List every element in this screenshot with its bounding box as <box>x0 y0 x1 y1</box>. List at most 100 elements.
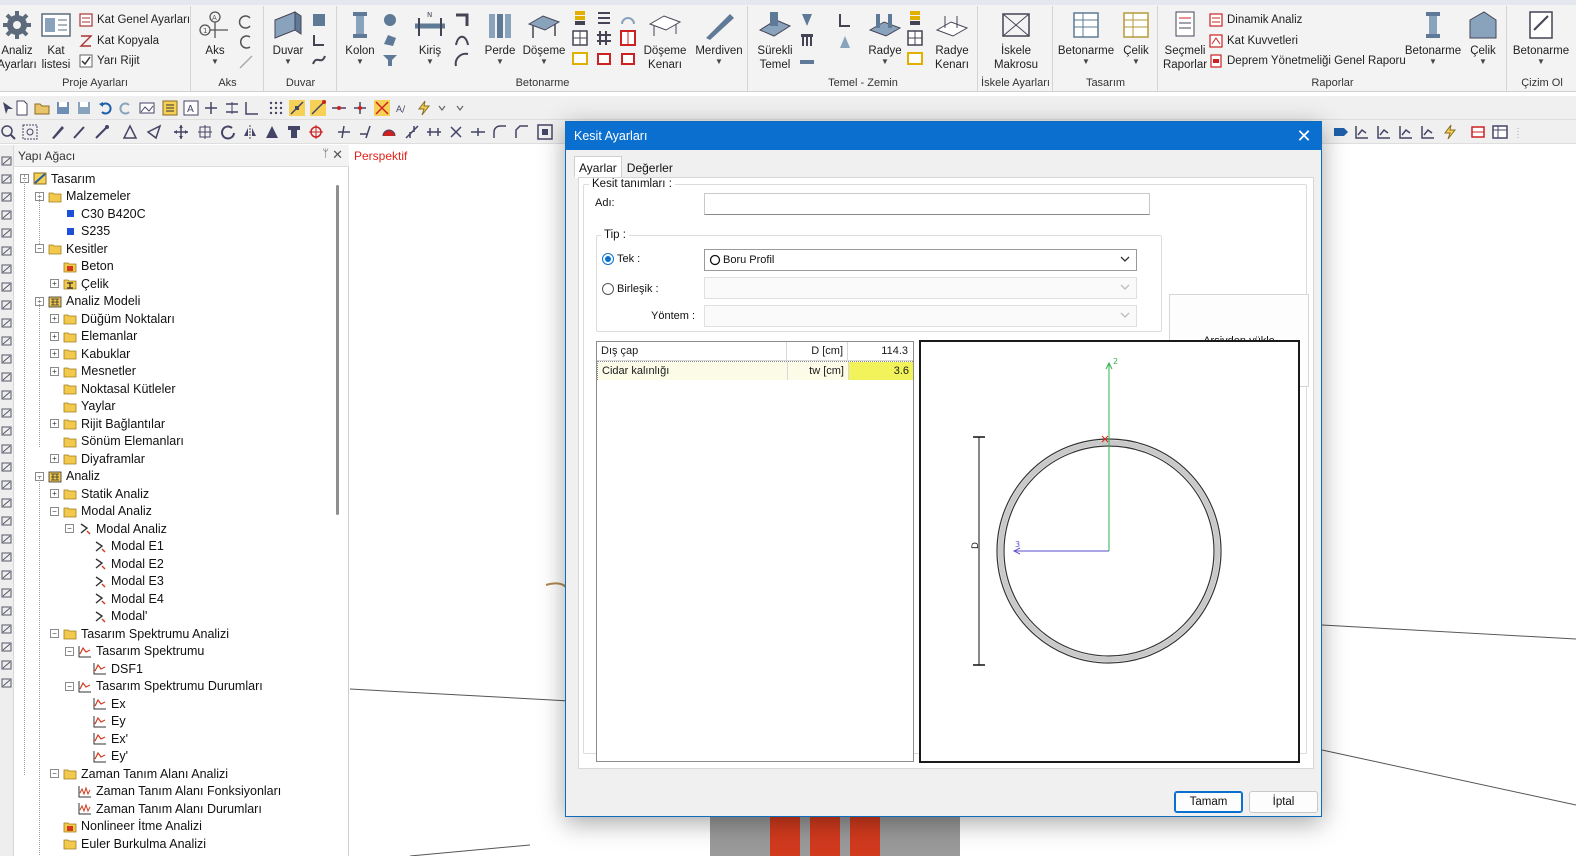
pin-icon[interactable]: ᛘ <box>322 148 329 160</box>
side-tool-icon[interactable] <box>1 497 12 509</box>
toolbar-overflow-icon[interactable] <box>452 100 468 116</box>
polygon-column-icon[interactable] <box>382 32 398 48</box>
snap-midpoint-icon[interactable] <box>331 100 347 116</box>
dialog-title-bar[interactable]: Kesit Ayarları ✕ <box>566 122 1321 150</box>
new-file-icon[interactable] <box>14 100 30 116</box>
expand-icon[interactable]: + <box>50 331 59 341</box>
rotate-icon[interactable] <box>220 124 236 140</box>
side-tool-icon[interactable] <box>1 263 12 275</box>
wall-fill-icon[interactable] <box>311 12 327 28</box>
tree-node-malzemeler[interactable]: − Malzemeler <box>35 188 131 205</box>
side-tool-icon[interactable] <box>1 299 12 311</box>
brush-icon[interactable] <box>94 124 110 140</box>
tree-node-dugum-noktalari[interactable]: + Düğüm Noktaları <box>50 310 175 327</box>
rebar-icon[interactable] <box>1470 124 1486 140</box>
betonarme-design-button[interactable]: Betonarme ▼ <box>1058 10 1114 66</box>
tree-node-zaman-tanim-alani-fonksiyonlari[interactable]: Zaman Tanım Alanı Fonksiyonları <box>65 783 281 800</box>
kat-kopyala-button[interactable]: Kat Kopyala <box>79 32 159 50</box>
text-icon[interactable]: A <box>183 100 199 116</box>
save-icon[interactable] <box>55 100 71 116</box>
slab-lines-icon[interactable] <box>596 10 612 26</box>
tree-node-modal-e4[interactable]: Modal E4 <box>80 590 164 607</box>
slab-grid-icon[interactable] <box>572 30 588 46</box>
betonarme-drawing-button[interactable]: Betonarme ▼ <box>1510 10 1572 66</box>
expand-icon[interactable]: + <box>50 279 59 288</box>
tree-node-ex[interactable]: Ex <box>80 695 126 712</box>
collapse-icon[interactable]: − <box>50 769 59 778</box>
tree-node-diyaframlar[interactable]: + Diyaframlar <box>50 450 145 467</box>
explode-icon[interactable] <box>308 124 324 140</box>
side-tool-icon[interactable] <box>1 623 12 635</box>
raft-grid-icon[interactable] <box>907 30 923 46</box>
side-tool-icon[interactable] <box>1 317 12 329</box>
yari-rijit-checkbox[interactable]: Yarı Rijit <box>79 52 140 70</box>
rib-slab-icon[interactable] <box>596 30 612 46</box>
surekli-temel-button[interactable]: Sürekli Temel <box>753 10 797 72</box>
tree-node-yaylar[interactable]: Yaylar <box>50 398 116 415</box>
kolon-button[interactable]: Kolon ▼ <box>342 10 378 66</box>
snap-active-icon[interactable] <box>289 100 305 116</box>
distribute-icon[interactable] <box>224 100 240 116</box>
tree-node-s235[interactable]: S235 <box>50 223 110 240</box>
tree-node-modal-e1[interactable]: Modal E1 <box>80 538 164 555</box>
side-tool-icon[interactable] <box>1 569 12 581</box>
tree-node-statik-analiz[interactable]: + Statik Analiz <box>50 485 149 502</box>
tree-node-elemanlar[interactable]: + Elemanlar <box>50 328 137 345</box>
side-tool-icon[interactable] <box>1 389 12 401</box>
raft-stack-icon[interactable] <box>907 10 923 26</box>
dimension-icon[interactable] <box>244 100 260 116</box>
slab-stack-icon[interactable] <box>572 10 588 26</box>
aks-button[interactable]: A1 Aks ▼ <box>198 10 232 66</box>
move-icon[interactable] <box>173 124 189 140</box>
side-tool-icon[interactable] <box>1 335 12 347</box>
waffle-slab-icon[interactable] <box>620 30 636 46</box>
radye-button[interactable]: Radye ▼ <box>865 10 905 66</box>
tree-node-analiz-modeli[interactable]: − Analiz Modeli <box>35 293 140 310</box>
tree-node-sonum-elemanlari[interactable]: Sönüm Elemanları <box>50 433 184 450</box>
iskele-makrosu-button[interactable]: İskele Makrosu <box>989 10 1043 72</box>
side-tool-icon[interactable] <box>1 173 12 185</box>
side-tool-icon[interactable] <box>1 641 12 653</box>
tie-beam-icon[interactable] <box>799 52 815 68</box>
chart-area-icon[interactable] <box>1420 124 1436 140</box>
chart-line-icon[interactable] <box>1354 124 1370 140</box>
collapse-icon[interactable]: − <box>35 244 44 253</box>
tree-node-mesnetler[interactable]: + Mesnetler <box>50 363 136 380</box>
birlesik-select[interactable] <box>704 277 1137 299</box>
chamfer-icon[interactable] <box>514 124 530 140</box>
side-tool-icon[interactable] <box>1 353 12 365</box>
break-icon[interactable] <box>404 124 420 140</box>
triangle-icon[interactable] <box>122 124 138 140</box>
expand-icon[interactable]: + <box>50 419 59 428</box>
scale-icon[interactable] <box>264 124 280 140</box>
side-tool-icon[interactable] <box>1 479 12 491</box>
tree-node-dsf1[interactable]: DSF1 <box>80 660 143 677</box>
expand-icon[interactable]: + <box>50 489 59 498</box>
tree-node-modal-analiz[interactable]: − Modal Analiz <box>65 520 167 537</box>
yontem-select[interactable] <box>704 305 1137 327</box>
snap-angle-icon[interactable]: A/ <box>395 100 411 116</box>
birlesik-radio[interactable] <box>602 283 614 295</box>
collapse-icon[interactable]: − <box>65 524 74 533</box>
tab-degerler[interactable]: Değerler <box>622 156 678 178</box>
tamam-button[interactable]: Tamam <box>1174 791 1243 813</box>
label-icon[interactable] <box>1333 124 1349 140</box>
adi-input[interactable] <box>704 193 1150 215</box>
side-tool-icon[interactable] <box>1 515 12 527</box>
raft-opening-icon[interactable] <box>907 50 923 66</box>
region-icon[interactable] <box>537 124 553 140</box>
fillet-icon[interactable] <box>492 124 508 140</box>
tree-node-tasarim[interactable]: − Tasarım <box>20 170 95 187</box>
tree-node-zaman-tanim-alani-analizi[interactable]: − Zaman Tanım Alanı Analizi <box>50 765 228 782</box>
chart-line2-icon[interactable] <box>1376 124 1392 140</box>
side-tool-icon[interactable] <box>1 551 12 563</box>
tree-node-zaman-tanim-alani-durumlari[interactable]: Zaman Tanım Alanı Durumları <box>65 800 262 817</box>
side-tool-icon[interactable] <box>1 371 12 383</box>
side-tool-icon[interactable] <box>1 587 12 599</box>
iptal-button[interactable]: İptal <box>1249 791 1318 813</box>
side-tool-icon[interactable] <box>1 461 12 473</box>
close-icon[interactable]: ✕ <box>1293 125 1315 147</box>
slab-edge-small-icon[interactable] <box>620 50 636 66</box>
param-row-cidar-kalinligi[interactable]: Cidar kalınlığı tw [cm] 3.6 <box>597 361 913 380</box>
tree-node-kesitler[interactable]: − Kesitler <box>35 240 108 257</box>
